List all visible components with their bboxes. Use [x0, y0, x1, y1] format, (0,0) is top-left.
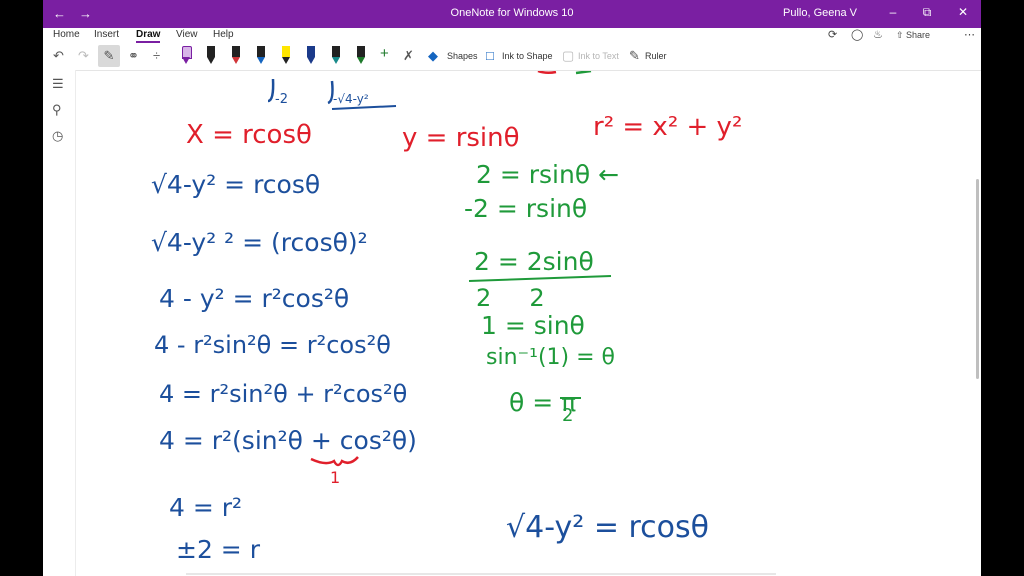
lightbulb-icon[interactable]: ◯	[851, 28, 863, 41]
ink-to-shape-button[interactable]: Ink to Shape	[502, 51, 553, 61]
share-button[interactable]: ⇧ Share	[896, 30, 930, 41]
ink-blue-line-3: 4 - y² = r²cos²θ	[159, 284, 349, 313]
ink-blue-line-7: 4 = r²	[169, 493, 242, 522]
ink-layer: -2 -√4-y² X = rcosθ y = rsinθ r² = x² + …	[151, 71, 776, 575]
tab-home[interactable]: Home	[53, 29, 80, 40]
ribbon-tabs: Home Insert Draw View Help ⟳ ◯ ♨ ⇧ Share…	[43, 28, 981, 44]
recent-icon[interactable]: ◷	[52, 128, 63, 144]
ink-brace-label: 1	[330, 468, 340, 487]
pen-red-icon[interactable]	[231, 46, 241, 66]
ink-green-line-3: 2 = 2sinθ	[474, 247, 594, 276]
minimize-icon[interactable]: –	[883, 5, 903, 19]
ink-green-line-7: 2	[562, 405, 573, 426]
tab-insert[interactable]: Insert	[94, 29, 119, 40]
title-bar: ← → OneNote for Windows 10 Pullo, Geena …	[43, 0, 981, 28]
ink-green-line-1: 2 = rsinθ ←	[476, 160, 619, 189]
ink-top-fragment	[537, 71, 557, 75]
pen-darkblue-icon[interactable]	[306, 46, 316, 66]
user-name[interactable]: Pullo, Geena V	[783, 7, 857, 19]
select-objects-icon[interactable]: ✎	[98, 45, 120, 67]
integral-sign	[267, 78, 275, 103]
shapes-icon[interactable]: ◆	[428, 48, 438, 64]
ink-blue-line-8: ±2 = r	[176, 535, 261, 564]
vertical-scrollbar[interactable]	[976, 179, 979, 379]
navigation-sidebar: ☰ ⚲ ◷	[43, 70, 76, 576]
tab-help[interactable]: Help	[213, 29, 234, 40]
notebooks-icon[interactable]: ☰	[52, 76, 64, 92]
ink-effects-icon[interactable]: ✗	[403, 48, 414, 64]
draw-toolbar: ↶ ↷ ✎ ⚭ ÷ + ✗ ◆ Shapes □ Ink to Shape ▢ …	[43, 44, 981, 71]
page-canvas[interactable]: -2 -√4-y² X = rcosθ y = rsinθ r² = x² + …	[76, 71, 981, 576]
ink-blue-line-2: √4-y² ² = (rcosθ)²	[151, 228, 368, 257]
bell-icon[interactable]: ♨	[873, 28, 883, 41]
ink-red-y: y = rsinθ	[402, 123, 520, 153]
highlighter-yellow-icon[interactable]	[281, 46, 291, 66]
ink-to-text-button[interactable]: Ink to Text	[578, 51, 619, 61]
share-label: Share	[906, 30, 931, 40]
ink-to-shape-icon[interactable]: □	[486, 48, 494, 63]
undo-icon[interactable]: ↶	[53, 48, 64, 64]
tab-draw[interactable]: Draw	[136, 29, 161, 43]
onenote-window: ← → OneNote for Windows 10 Pullo, Geena …	[43, 0, 981, 576]
integral-limit: -2	[275, 92, 288, 107]
pen-blue-icon[interactable]	[256, 46, 266, 66]
restore-icon[interactable]: ⧉	[917, 5, 937, 20]
shapes-button[interactable]: Shapes	[447, 51, 478, 61]
ruler-button[interactable]: Ruler	[645, 51, 667, 61]
ink-blue-line-5: 4 = r²sin²θ + r²cos²θ	[159, 380, 407, 408]
add-pen-icon[interactable]: +	[380, 45, 389, 62]
integral-sign	[327, 80, 334, 105]
fraction-bar	[468, 275, 612, 282]
ink-green-line-2: -2 = rsinθ	[464, 194, 587, 223]
ink-blue-line-9: √4-y² = rcosθ	[506, 510, 709, 545]
ink-brace	[310, 456, 359, 467]
redo-icon[interactable]: ↷	[78, 48, 89, 64]
ink-blue-line-6: 4 = r²(sin²θ + cos²θ)	[159, 426, 417, 455]
ink-red-x: X = rcosθ	[186, 120, 312, 150]
pen-black-icon[interactable]	[206, 46, 216, 66]
lasso-select-icon[interactable]: ⚭	[128, 48, 139, 64]
underline	[331, 105, 397, 110]
more-options-icon[interactable]: ⋯	[964, 28, 975, 41]
ink-blue-line-4: 4 - r²sin²θ = r²cos²θ	[154, 331, 391, 359]
ruler-icon[interactable]: ✎	[629, 48, 640, 64]
ink-green-line-5: sin⁻¹(1) = θ	[486, 345, 615, 370]
pen-teal-icon[interactable]	[331, 46, 341, 66]
ink-red-r2: r² = x² + y²	[593, 112, 742, 142]
eraser-pen-icon[interactable]	[181, 46, 192, 66]
pen-green-icon[interactable]	[356, 46, 366, 66]
search-icon[interactable]: ⚲	[52, 102, 62, 118]
close-icon[interactable]: ✕	[953, 5, 973, 19]
ink-blue-line-1: √4-y² = rcosθ	[151, 170, 320, 199]
ink-green-line-4: 1 = sinθ	[481, 311, 585, 340]
ink-to-text-icon[interactable]: ▢	[562, 48, 574, 64]
ink-top-fragment-green	[575, 71, 592, 75]
sync-icon[interactable]: ⟳	[828, 28, 837, 41]
tab-view[interactable]: View	[176, 29, 198, 40]
add-space-icon[interactable]: ÷	[153, 48, 160, 63]
ink-green-denominators: 2 2	[476, 284, 545, 312]
integral-limit: -√4-y²	[333, 92, 369, 106]
